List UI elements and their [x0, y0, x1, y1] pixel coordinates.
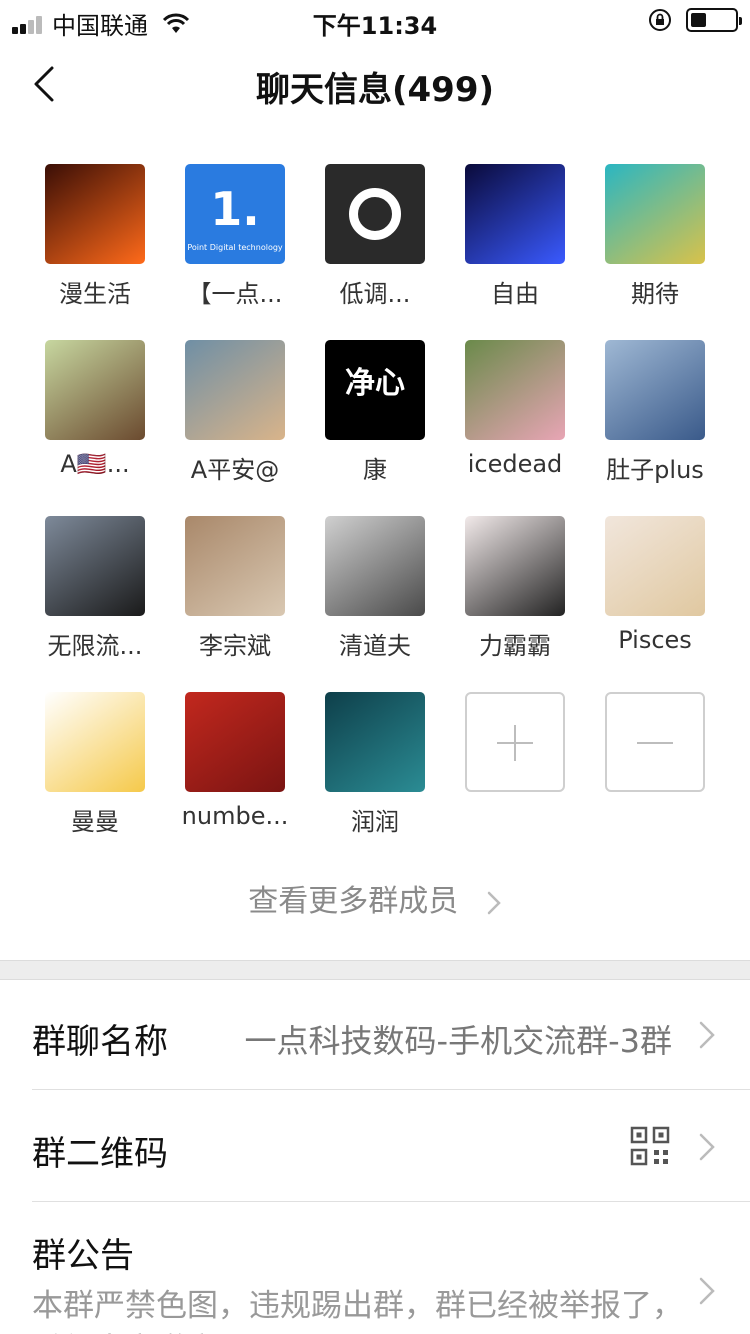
- member-name: 力霸霸: [479, 632, 551, 660]
- avatar: 净心: [325, 340, 425, 440]
- group-name-label: 群聊名称: [32, 1022, 168, 1062]
- member-item[interactable]: Pisces: [585, 516, 725, 654]
- avatar: [325, 692, 425, 792]
- avatar: 1. Point Digital technology: [185, 164, 285, 264]
- member-item[interactable]: 无限流...: [25, 516, 165, 661]
- status-bar: 中国联通 下午11:34: [0, 0, 750, 40]
- avatar-text: 1.: [210, 182, 260, 236]
- status-time: 下午11:34: [312, 12, 438, 40]
- avatar: [185, 516, 285, 616]
- group-qr-row[interactable]: 群二维码: [0, 1090, 750, 1202]
- member-item[interactable]: 1. Point Digital technology 【一点...: [165, 164, 305, 309]
- group-notice-row[interactable]: 群公告 本群严禁色图，违规踢出群，群已经被举报了， 希望大家遵守，否!: [0, 1202, 750, 1334]
- view-more-members-link[interactable]: 查看更多群成员: [0, 876, 750, 920]
- member-name: A平安@: [190, 456, 280, 484]
- member-item[interactable]: numbe...: [165, 692, 305, 830]
- member-item[interactable]: 肚子plus: [585, 340, 725, 485]
- avatar: [605, 340, 705, 440]
- avatar: [605, 516, 705, 616]
- avatar: [325, 516, 425, 616]
- ring-logo: [349, 188, 401, 240]
- member-name: icedead: [467, 450, 563, 478]
- member-name: 康: [363, 456, 387, 484]
- member-item[interactable]: 清道夫: [305, 516, 445, 661]
- chevron-right-icon: [699, 1021, 715, 1049]
- avatar: [465, 340, 565, 440]
- remove-member-button[interactable]: [585, 692, 725, 792]
- member-name: 低调...: [339, 280, 411, 308]
- status-right: [648, 8, 742, 32]
- group-qr-label: 群二维码: [32, 1134, 168, 1174]
- avatar: [465, 164, 565, 264]
- nav-bar: 聊天信息(499): [0, 40, 750, 128]
- member-name: 肚子plus: [606, 456, 704, 484]
- member-item[interactable]: 期待: [585, 164, 725, 309]
- add-member-button[interactable]: [445, 692, 585, 792]
- member-name: 曼曼: [71, 808, 119, 836]
- page-title: 聊天信息(499): [255, 70, 495, 110]
- member-name: 漫生活: [59, 280, 131, 308]
- avatar: [45, 692, 145, 792]
- group-name-row[interactable]: 群聊名称 一点科技数码-手机交流群-3群: [0, 980, 750, 1090]
- rotation-lock-icon: [649, 9, 671, 31]
- member-name: 自由: [491, 280, 539, 308]
- plus-icon: [465, 692, 565, 792]
- member-item[interactable]: A🇺🇸...: [25, 340, 165, 478]
- battery-icon: [686, 8, 742, 32]
- avatar: [185, 692, 285, 792]
- member-name: A🇺🇸...: [60, 450, 130, 478]
- avatar: [45, 164, 145, 264]
- member-item[interactable]: 低调...: [305, 164, 445, 309]
- qr-code-icon: [630, 1126, 670, 1166]
- member-item[interactable]: 润润: [305, 692, 445, 837]
- member-item[interactable]: 净心康: [305, 340, 445, 485]
- member-item[interactable]: 漫生活: [25, 164, 165, 309]
- avatar: [185, 340, 285, 440]
- group-name-value: 一点科技数码-手机交流群-3群: [244, 1022, 672, 1060]
- member-name: 李宗斌: [199, 632, 271, 660]
- group-notice-label: 群公告: [32, 1236, 134, 1276]
- minus-icon: [605, 692, 705, 792]
- chevron-right-icon: [699, 1133, 715, 1161]
- avatar-subtext: Point Digital technology: [187, 243, 283, 252]
- group-notice-text-2: 希望大家遵守，否!: [32, 1324, 292, 1334]
- avatar-text: 净心: [345, 366, 405, 401]
- member-name: numbe...: [181, 802, 289, 830]
- member-name: 无限流...: [47, 632, 143, 660]
- avatar: [325, 164, 425, 264]
- member-name: 清道夫: [339, 632, 411, 660]
- member-item[interactable]: 自由: [445, 164, 585, 309]
- chevron-right-icon: [487, 891, 501, 914]
- member-item[interactable]: icedead: [445, 340, 585, 478]
- member-name: 润润: [351, 808, 399, 836]
- member-item[interactable]: A平安@: [165, 340, 305, 485]
- view-more-members-label: 查看更多群成员: [248, 884, 459, 919]
- member-item[interactable]: 曼曼: [25, 692, 165, 837]
- battery-level: [691, 13, 706, 27]
- member-item[interactable]: 李宗斌: [165, 516, 305, 661]
- member-name: 期待: [631, 280, 679, 308]
- avatar: [45, 340, 145, 440]
- avatar: [465, 516, 565, 616]
- member-name: 【一点...: [187, 280, 283, 308]
- member-item[interactable]: 力霸霸: [445, 516, 585, 661]
- member-name: Pisces: [618, 626, 692, 654]
- chevron-right-icon: [699, 1277, 715, 1305]
- avatar: [605, 164, 705, 264]
- group-notice-text: 本群严禁色图，违规踢出群，群已经被举报了，: [32, 1288, 672, 1324]
- avatar: [45, 516, 145, 616]
- section-gap: [0, 960, 750, 980]
